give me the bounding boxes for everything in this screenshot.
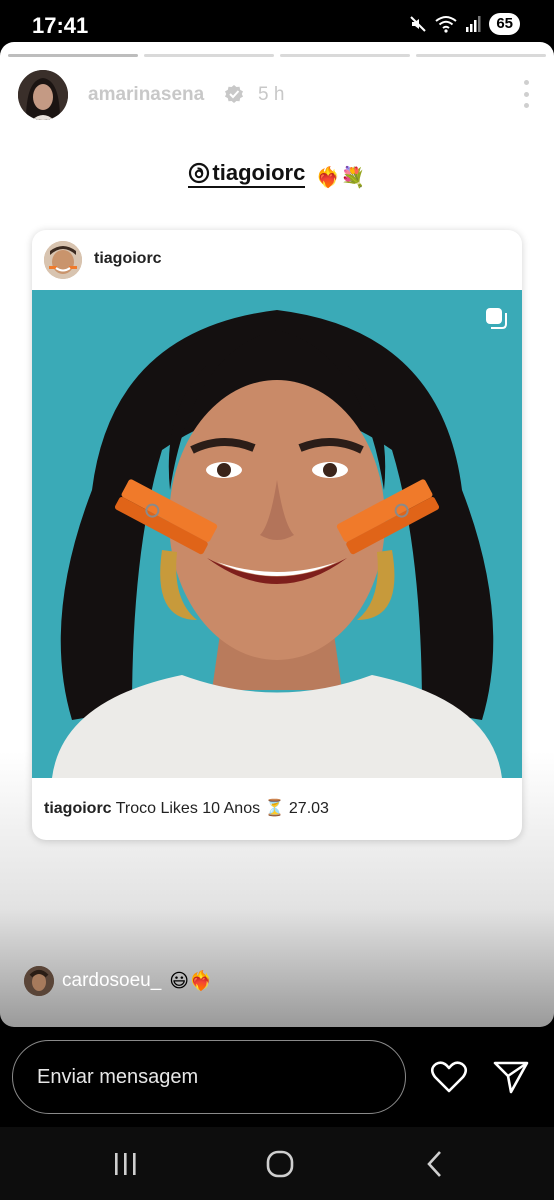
story-progress-bar [8, 54, 546, 57]
mention-username: tiagoiorc [212, 160, 306, 185]
progress-segment [144, 54, 274, 57]
post-header: tiagoiorc [32, 230, 522, 290]
mention-emoji: ❤️‍🔥💐 [315, 167, 366, 189]
more-icon[interactable] [522, 80, 530, 108]
viewer-reply: cardosoeu_ 😃❤️‍🔥 [24, 966, 213, 996]
message-input[interactable] [12, 1040, 406, 1114]
viewer-name[interactable]: cardosoeu_ [62, 970, 161, 992]
recents-icon[interactable] [105, 1149, 145, 1179]
mention-sticker[interactable]: tiagoiorc [188, 160, 306, 188]
story-time: 5 h [258, 84, 285, 105]
progress-segment [416, 54, 546, 57]
caption-text: Troco Likes 10 Anos ⏳ 27.03 [115, 800, 329, 817]
send-icon[interactable] [492, 1060, 530, 1094]
progress-segment [280, 54, 410, 57]
post-caption: tiagoiorc Troco Likes 10 Anos ⏳ 27.03 [44, 798, 329, 818]
story-container[interactable]: amarinasena 5 h tiagoiorc ❤️‍🔥💐 [0, 42, 554, 1027]
threads-icon [189, 162, 210, 184]
back-icon[interactable] [415, 1149, 455, 1179]
story-username[interactable]: amarinasena [88, 84, 204, 106]
viewer-avatar[interactable] [24, 966, 54, 996]
heart-icon[interactable] [430, 1060, 468, 1094]
story-header: amarinasena 5 h [18, 70, 536, 120]
post-username[interactable]: tiagoiorc [94, 250, 162, 268]
battery-indicator: 65 [489, 13, 520, 35]
mute-icon [410, 16, 427, 32]
verified-icon [225, 85, 243, 103]
wifi-icon [435, 16, 457, 33]
status-bar: 17:41 65 [0, 0, 554, 48]
home-icon[interactable] [260, 1149, 300, 1179]
caption-username[interactable]: tiagoiorc [44, 800, 112, 817]
carousel-icon [486, 308, 507, 329]
signal-icon [466, 16, 481, 32]
status-icons: 65 [409, 13, 520, 35]
shared-post-card[interactable]: tiagoiorc tiagoiorc Troco Likes 10 Anos … [32, 230, 522, 840]
post-image [32, 290, 522, 778]
post-avatar[interactable] [44, 241, 82, 279]
avatar[interactable] [18, 70, 68, 120]
status-time: 17:41 [32, 13, 89, 38]
mention-sticker-row: tiagoiorc ❤️‍🔥💐 [0, 160, 554, 190]
viewer-emoji: 😃❤️‍🔥 [169, 971, 213, 992]
system-nav-bar [0, 1127, 554, 1200]
progress-segment [8, 54, 138, 57]
reply-bar [0, 1027, 554, 1127]
